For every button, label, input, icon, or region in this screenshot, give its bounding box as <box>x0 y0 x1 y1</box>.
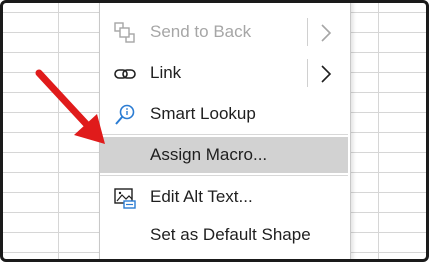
menu-item-label: Edit Alt Text... <box>150 187 253 206</box>
menu-item-label: Link <box>150 63 182 82</box>
menu-item-smart-lookup[interactable]: Smart Lookup <box>100 96 348 132</box>
red-pointer-arrow-icon <box>35 69 105 144</box>
menu-separator <box>100 175 348 176</box>
alt-text-icon <box>114 188 136 209</box>
menu-item-send-to-back[interactable]: Send to Back <box>100 14 348 50</box>
link-icon <box>114 69 136 79</box>
menu-item-edit-alt-text[interactable]: Edit Alt Text... <box>100 179 348 215</box>
menu-item-set-default-shape[interactable]: Set as Default Shape <box>100 217 348 253</box>
menu-item-label: Smart Lookup <box>150 104 256 123</box>
menu-item-label: Set as Default Shape <box>150 225 311 244</box>
menu-separator <box>100 134 348 135</box>
menu-item-label: Send to Back <box>150 22 252 41</box>
menu-item-assign-macro[interactable]: Assign Macro... <box>100 137 348 173</box>
menu-item-link[interactable]: Link <box>100 55 348 91</box>
chevron-right-icon <box>321 65 332 83</box>
submenu-divider <box>307 18 308 46</box>
submenu-divider <box>307 59 308 87</box>
context-menu: Send to Back Link Smart Lookup Assign Ma… <box>99 3 351 259</box>
send-to-back-icon <box>114 22 135 43</box>
screenshot-frame: Send to Back Link Smart Lookup Assign Ma… <box>0 0 429 262</box>
menu-item-label: Assign Macro... <box>150 145 268 164</box>
chevron-right-icon <box>321 24 332 42</box>
smart-lookup-icon <box>115 104 135 125</box>
